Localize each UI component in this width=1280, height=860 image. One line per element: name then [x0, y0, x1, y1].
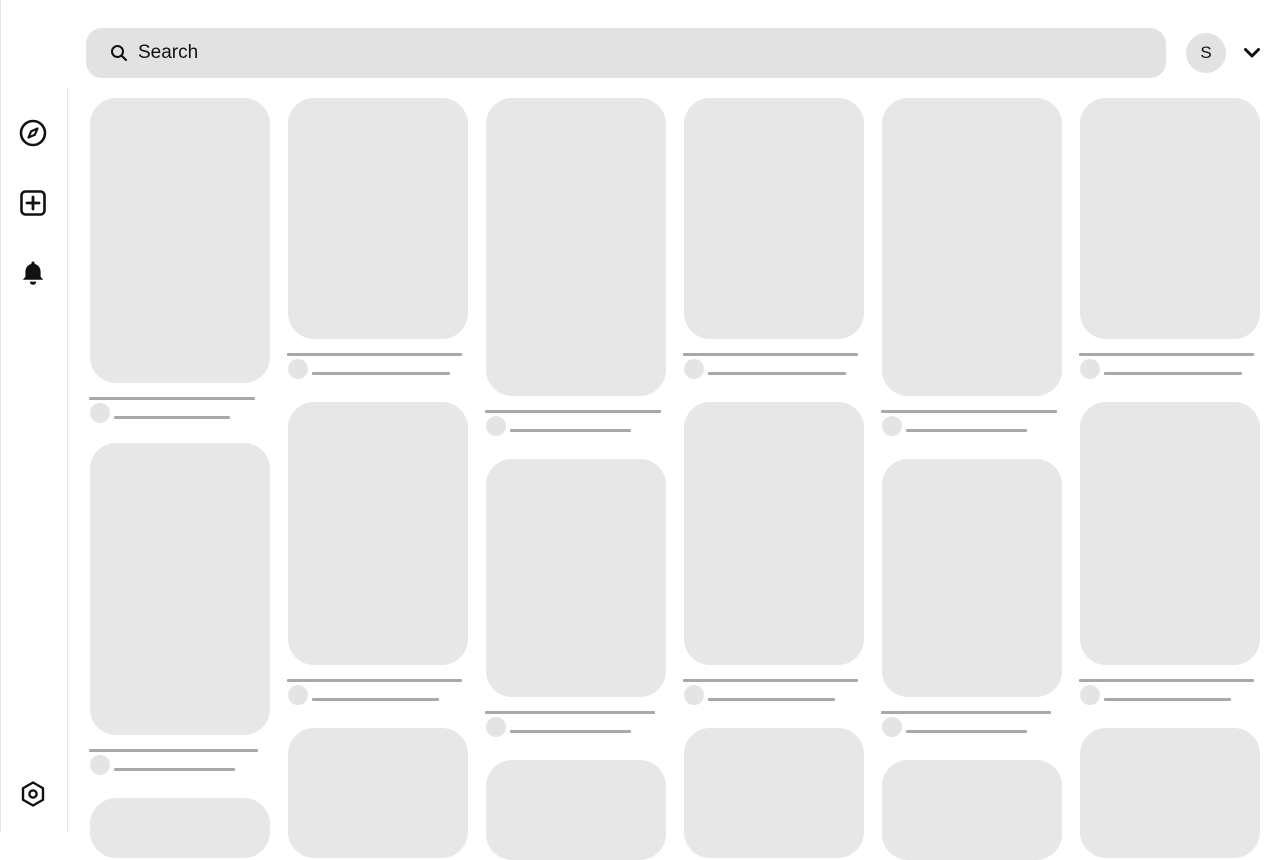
pin-image-placeholder[interactable] — [90, 98, 270, 383]
pin-image-placeholder[interactable] — [288, 402, 468, 665]
pin-author-name-placeholder — [708, 372, 846, 375]
pin-author-name-placeholder — [510, 730, 631, 733]
pin-title-placeholder — [1079, 353, 1254, 356]
pin-title-placeholder — [683, 679, 858, 682]
pin-title-placeholder — [881, 410, 1057, 413]
pin-author-name-placeholder — [312, 698, 439, 701]
pin-author-name-placeholder — [114, 768, 235, 771]
pin-author-avatar-placeholder — [90, 755, 110, 775]
pin-author-name-placeholder — [906, 429, 1027, 432]
pin-image-placeholder[interactable] — [288, 728, 468, 858]
pin-author-avatar-placeholder — [882, 717, 902, 737]
pin-author-name-placeholder — [1104, 372, 1242, 375]
pin-author-name-placeholder — [708, 698, 835, 701]
pin-author-avatar-placeholder — [288, 685, 308, 705]
pin-author-avatar-placeholder — [288, 359, 308, 379]
pin-author-avatar-placeholder — [90, 403, 110, 423]
pin-feed — [0, 0, 1280, 860]
pin-author-avatar-placeholder — [882, 416, 902, 436]
pin-image-placeholder[interactable] — [486, 760, 666, 860]
pin-author-avatar-placeholder — [684, 685, 704, 705]
pin-title-placeholder — [1079, 679, 1254, 682]
pin-image-placeholder[interactable] — [882, 760, 1062, 860]
pin-title-placeholder — [89, 749, 258, 752]
pin-title-placeholder — [485, 410, 661, 413]
pin-image-placeholder[interactable] — [486, 98, 666, 396]
pin-title-placeholder — [683, 353, 858, 356]
pin-image-placeholder[interactable] — [684, 402, 864, 665]
pin-image-placeholder[interactable] — [882, 98, 1062, 396]
pin-image-placeholder[interactable] — [882, 459, 1062, 697]
pin-title-placeholder — [287, 353, 462, 356]
pin-author-name-placeholder — [1104, 698, 1231, 701]
pin-title-placeholder — [287, 679, 462, 682]
pin-image-placeholder[interactable] — [1080, 402, 1260, 665]
pin-author-name-placeholder — [510, 429, 631, 432]
pin-author-avatar-placeholder — [1080, 685, 1100, 705]
pin-author-name-placeholder — [114, 416, 230, 419]
pin-author-name-placeholder — [906, 730, 1027, 733]
pin-author-avatar-placeholder — [684, 359, 704, 379]
pin-title-placeholder — [89, 397, 255, 400]
pin-image-placeholder[interactable] — [684, 98, 864, 339]
pin-image-placeholder[interactable] — [684, 728, 864, 858]
pin-title-placeholder — [881, 711, 1051, 714]
pin-author-avatar-placeholder — [1080, 359, 1100, 379]
pin-image-placeholder[interactable] — [90, 798, 270, 858]
pin-image-placeholder[interactable] — [486, 459, 666, 697]
pin-image-placeholder[interactable] — [1080, 98, 1260, 339]
pin-author-avatar-placeholder — [486, 416, 506, 436]
pin-title-placeholder — [485, 711, 655, 714]
pin-author-name-placeholder — [312, 372, 450, 375]
pin-image-placeholder[interactable] — [90, 443, 270, 735]
pin-author-avatar-placeholder — [486, 717, 506, 737]
pin-image-placeholder[interactable] — [1080, 728, 1260, 858]
pin-image-placeholder[interactable] — [288, 98, 468, 339]
